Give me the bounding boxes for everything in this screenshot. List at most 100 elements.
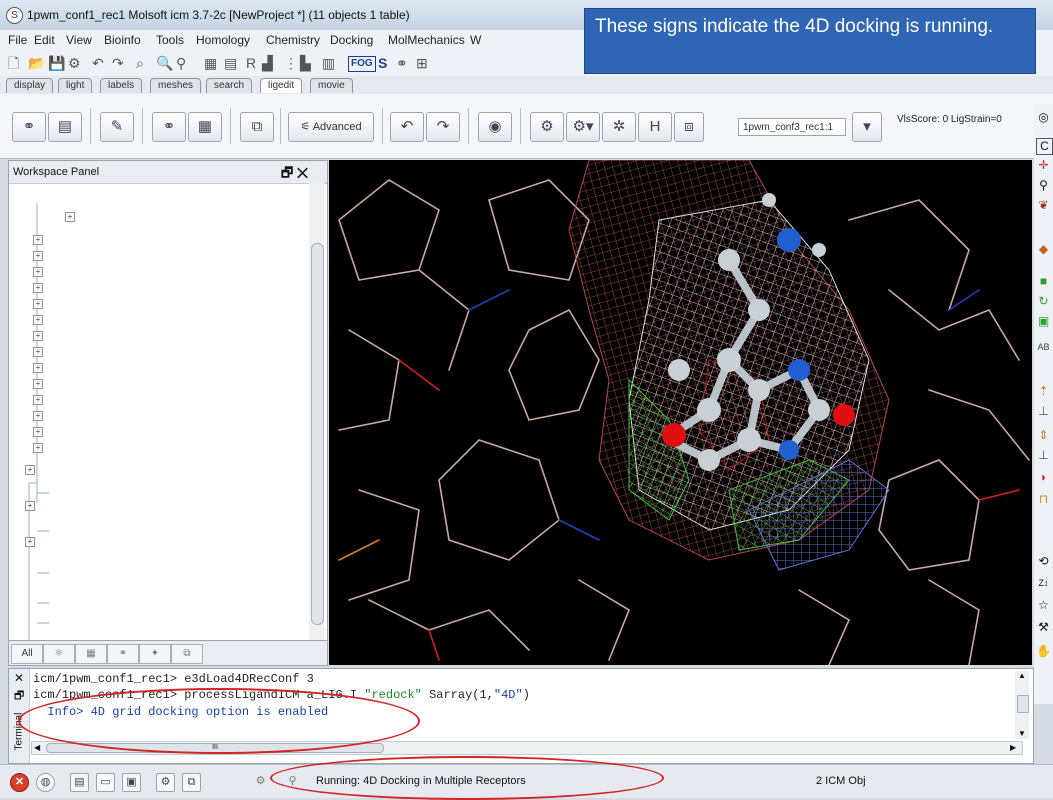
tab-display[interactable]: display <box>6 78 54 93</box>
move-icon[interactable]: ✛ <box>1036 158 1051 173</box>
rotate-icon[interactable]: C <box>1036 138 1053 155</box>
zoom-icon[interactable]: ⚲ <box>1036 178 1051 193</box>
menu-chemistry[interactable]: Chemistry <box>266 33 320 47</box>
fragment-button[interactable]: ⧉ <box>240 112 274 142</box>
tab-light[interactable]: light <box>58 78 93 93</box>
tree-expand-toggle[interactable]: + <box>33 379 43 389</box>
record-button[interactable]: ◉ <box>478 112 512 142</box>
workspace-scrollbar[interactable] <box>309 183 324 663</box>
window-icon[interactable]: ▭ <box>96 773 115 792</box>
arrow-up-icon[interactable]: ⇡ <box>1036 384 1051 399</box>
redo-icon[interactable]: ↷ <box>112 54 124 72</box>
tree-expand-toggle[interactable]: + <box>25 537 35 547</box>
scrollbar-thumb[interactable] <box>1017 695 1029 713</box>
terminal-horizontal-scrollbar[interactable]: ◀ III ▶ <box>31 741 1023 755</box>
close-icon[interactable]: ✕ <box>14 671 24 685</box>
tab-chemical[interactable]: ⚭ <box>107 644 139 664</box>
r-icon[interactable]: R <box>246 54 256 72</box>
menu-docking[interactable]: Docking <box>330 33 373 47</box>
scrollbar-thumb[interactable]: III <box>46 743 384 753</box>
tab-molecules[interactable]: ⚛ <box>43 644 75 664</box>
new-file-icon[interactable]: 🗋 <box>8 54 19 72</box>
tree-expand-toggle[interactable]: + <box>25 501 35 511</box>
pin-icon[interactable]: ⚲ <box>176 54 186 72</box>
grid-icon[interactable]: ▣ <box>1036 314 1051 329</box>
translate-icon[interactable]: ⇕ <box>1036 428 1051 443</box>
menu-edit[interactable]: Edit <box>34 33 55 47</box>
tab-all[interactable]: All <box>11 644 43 664</box>
ligand-molecule-button[interactable]: ⚭ <box>12 112 46 142</box>
tab-tables[interactable]: ▦ <box>75 644 107 664</box>
target-icon[interactable]: ◎ <box>1036 110 1051 125</box>
tree-expand-toggle[interactable]: + <box>65 212 75 222</box>
molecule-grid-button[interactable]: ▦ <box>188 112 222 142</box>
settings-icon[interactable]: ⚙ <box>156 773 175 792</box>
tree-expand-toggle[interactable]: + <box>33 283 43 293</box>
tree-expand-toggle[interactable]: + <box>33 235 43 245</box>
molecule-3d-viewer[interactable] <box>329 160 1032 665</box>
tree-expand-toggle[interactable]: + <box>33 443 43 453</box>
record-icon[interactable]: ◍ <box>36 773 55 792</box>
hydrogen-button[interactable]: H <box>638 112 672 142</box>
table-edit-icon[interactable]: ▤ <box>224 54 237 72</box>
tree-expand-toggle[interactable]: + <box>33 363 43 373</box>
tree-expand-toggle[interactable]: + <box>33 395 43 405</box>
dock-button[interactable]: ⚙ <box>530 112 564 142</box>
capture-icon[interactable]: ⧉ <box>182 773 201 792</box>
settings-icon[interactable]: ⚙ <box>68 54 81 72</box>
table-icon[interactable]: ▦ <box>204 54 217 72</box>
label-icon[interactable]: AB <box>1036 340 1051 355</box>
tab-objects[interactable]: ✦ <box>139 644 171 664</box>
menu-tools[interactable]: Tools <box>156 33 184 47</box>
tab-movie[interactable]: movie <box>310 78 353 93</box>
scrollbar-thumb[interactable] <box>311 243 324 625</box>
menu-view[interactable]: View <box>66 33 92 47</box>
tree-expand-toggle[interactable]: + <box>33 267 43 277</box>
hand-icon[interactable]: ✋ <box>1036 644 1051 659</box>
z-axis-icon[interactable]: Z↕ <box>1036 576 1051 591</box>
tree-expand-toggle[interactable]: + <box>33 411 43 421</box>
undo-ligand-button[interactable]: ↶ <box>390 112 424 142</box>
scroll-down-icon[interactable]: ▼ <box>1018 729 1026 738</box>
sphere-icon[interactable]: ◆ <box>1036 242 1051 257</box>
molecule-add-button[interactable]: ⚭ <box>152 112 186 142</box>
receptor-options-button[interactable]: ▾ <box>852 112 882 142</box>
tab-ligedit[interactable]: ligedit <box>260 78 303 93</box>
search-icon[interactable]: 🔍 <box>156 54 173 72</box>
star-icon[interactable]: ☆ <box>1036 598 1051 613</box>
ligand-table-button[interactable]: ▤ <box>48 112 82 142</box>
tree-expand-toggle[interactable]: + <box>25 465 35 475</box>
align-icon[interactable]: ⊥ <box>1036 404 1051 419</box>
box-icon[interactable]: ■ <box>1036 274 1051 289</box>
fog-icon[interactable]: FOG <box>348 56 376 72</box>
measure-icon[interactable]: ⚒ <box>1036 620 1051 635</box>
molecule-icon[interactable]: ⚭ <box>396 54 408 72</box>
menu-window[interactable]: W <box>470 33 481 47</box>
scroll-up-icon[interactable]: ▲ <box>1018 671 1026 680</box>
menu-homology[interactable]: Homology <box>196 33 250 47</box>
stop-icon[interactable]: ✕ <box>10 773 29 792</box>
scroll-right-icon[interactable]: ▶ <box>1010 742 1016 754</box>
grid-view-icon[interactable]: ⊞ <box>416 54 428 72</box>
slab-icon[interactable]: ⊥ <box>1036 448 1051 463</box>
tree-expand-toggle[interactable]: + <box>33 251 43 261</box>
find-icon[interactable]: ⌕ <box>136 54 144 72</box>
scroll-left-icon[interactable]: ◀ <box>34 742 40 754</box>
tab-meshes[interactable]: meshes <box>150 78 202 93</box>
window-list-icon[interactable]: ▤ <box>70 773 89 792</box>
tree-icon[interactable]: ⋮ <box>284 54 298 72</box>
clip-icon[interactable]: ◗ <box>1036 470 1051 485</box>
redo-ligand-button[interactable]: ↷ <box>426 112 460 142</box>
refine-button[interactable]: ✲ <box>602 112 636 142</box>
dock-options-button[interactable]: ⚙▾ <box>566 112 600 142</box>
menu-file[interactable]: File <box>8 33 27 47</box>
tab-search[interactable]: search <box>206 78 253 93</box>
receptor-button[interactable]: ⧈ <box>674 112 704 142</box>
chart-icon[interactable]: ▟ <box>262 54 273 72</box>
lock-icon[interactable]: ⊓ <box>1036 492 1051 507</box>
tree-expand-toggle[interactable]: + <box>33 315 43 325</box>
advanced-button[interactable]: ⚟ Advanced <box>288 112 374 142</box>
tab-other[interactable]: ⧉ <box>171 644 203 664</box>
s-icon[interactable]: S <box>378 54 387 72</box>
spin-icon[interactable]: ❦ <box>1036 198 1051 213</box>
